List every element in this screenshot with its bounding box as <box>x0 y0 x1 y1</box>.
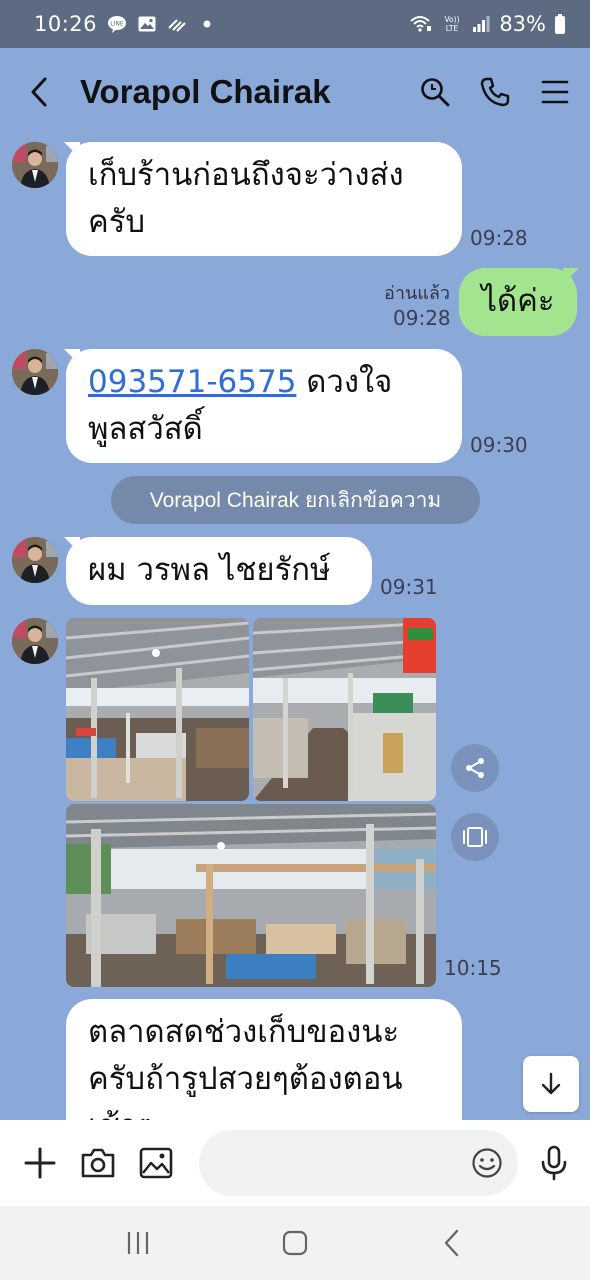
recent-apps-button[interactable] <box>118 1223 158 1263</box>
message-field[interactable] <box>199 1130 519 1196</box>
status-time: 10:26 <box>34 12 98 36</box>
emoji-button[interactable] <box>470 1146 504 1180</box>
message-text-line: เช้าๆ <box>88 1103 440 1120</box>
system-notice: Vorapol Chairak ยกเลิกข้อความ <box>111 476 480 524</box>
menu-button[interactable] <box>538 75 572 109</box>
home-button[interactable] <box>275 1223 315 1263</box>
message-text: ดวงใจ <box>296 364 393 400</box>
message-text-line: ครับถ้ารูปสวยๆต้องตอน <box>88 1061 403 1097</box>
voice-button[interactable] <box>536 1145 572 1181</box>
share-icon <box>466 758 484 778</box>
header-actions <box>418 75 572 109</box>
arrow-down-icon <box>541 1072 561 1095</box>
gallery-notification-icon <box>137 15 157 33</box>
message-bubble-sent[interactable]: ได้ค่ะ <box>459 268 577 336</box>
market-photo[interactable] <box>253 618 436 801</box>
camera-icon <box>81 1148 114 1178</box>
home-icon <box>282 1230 308 1256</box>
market-photo[interactable] <box>66 804 436 987</box>
hamburger-menu-icon <box>541 80 569 104</box>
album-icon <box>463 827 487 847</box>
emoji-icon <box>472 1148 502 1178</box>
message-bubble-received[interactable]: 093571-6575 ดวงใจ พูลสวัสดิ์ <box>66 349 462 463</box>
recents-icon <box>128 1232 149 1254</box>
volte-icon: Vo)) LTE <box>441 15 463 33</box>
svg-text:Vo)): Vo)) <box>445 15 460 24</box>
wifi-calling-icon <box>409 15 433 33</box>
system-nav-bar <box>0 1206 590 1280</box>
phone-link[interactable]: 093571-6575 <box>88 364 296 400</box>
slideshow-button[interactable] <box>451 813 499 861</box>
chat-title: Vorapol Chairak <box>80 73 331 110</box>
scroll-to-bottom-button[interactable] <box>523 1056 579 1112</box>
nav-back-button[interactable] <box>432 1223 472 1263</box>
message-time: 09:28 <box>393 306 451 330</box>
status-right: Vo)) LTE 83% <box>409 12 566 36</box>
back-icon <box>444 1229 458 1257</box>
message-bubble-received[interactable]: ตลาดสดช่วงเก็บของนะ ครับถ้ารูปสวยๆต้องตอ… <box>66 999 462 1120</box>
read-receipt: อ่านแล้ว <box>384 283 450 304</box>
chat-header: Vorapol Chairak <box>0 48 590 136</box>
search-button[interactable] <box>418 75 452 109</box>
message-text-line: ครับ <box>88 204 146 240</box>
camera-button[interactable] <box>80 1145 116 1181</box>
status-bar: 10:26 LINE Vo)) LTE 83% <box>0 0 590 48</box>
message-bubble-received[interactable]: ผม วรพล ไชยรักษ์ <box>66 537 372 605</box>
message-time: 09:31 <box>380 575 438 599</box>
image-icon <box>139 1147 172 1179</box>
avatar[interactable] <box>12 537 58 583</box>
call-button[interactable] <box>478 75 512 109</box>
back-button[interactable] <box>22 75 56 109</box>
chat-messages[interactable]: เก็บร้านก่อนถึงจะว่างส่ง ครับ 09:28 อ่าน… <box>0 136 590 1120</box>
microphone-icon <box>541 1145 567 1181</box>
status-left: 10:26 LINE <box>34 12 217 36</box>
bubble-tail <box>563 268 579 284</box>
add-button[interactable] <box>22 1145 58 1181</box>
battery-icon <box>554 14 566 34</box>
svg-text:LINE: LINE <box>110 21 124 28</box>
avatar[interactable] <box>12 349 58 395</box>
signal-activity-icon <box>167 15 187 33</box>
message-text-line: เก็บร้านก่อนถึงจะว่างส่ง <box>88 157 404 193</box>
search-icon <box>421 78 450 107</box>
cell-signal-icon <box>471 15 491 33</box>
chevron-left-icon <box>31 77 47 107</box>
plus-icon <box>24 1147 56 1179</box>
message-bubble-received[interactable]: เก็บร้านก่อนถึงจะว่างส่ง ครับ <box>66 142 462 256</box>
market-photo[interactable] <box>66 618 249 801</box>
avatar[interactable] <box>12 618 58 664</box>
gallery-button[interactable] <box>138 1145 174 1181</box>
avatar[interactable] <box>12 142 58 188</box>
share-button[interactable] <box>451 744 499 792</box>
battery-percent: 83% <box>499 12 546 36</box>
message-time: 09:30 <box>470 433 528 457</box>
message-text-line: 093571-6575 ดวงใจ <box>88 359 440 406</box>
svg-text:LTE: LTE <box>446 24 459 33</box>
phone-icon <box>480 77 510 107</box>
message-text-line: พูลสวัสดิ์ <box>88 411 203 447</box>
message-time: 09:28 <box>470 226 528 250</box>
message-time: 10:15 <box>444 956 502 980</box>
dot-icon <box>197 15 217 33</box>
message-text-line: ตลาดสดช่วงเก็บของนะ <box>88 1014 400 1050</box>
message-input-bar <box>0 1120 590 1206</box>
line-notification-icon: LINE <box>107 15 127 33</box>
message-input[interactable] <box>199 1130 471 1196</box>
